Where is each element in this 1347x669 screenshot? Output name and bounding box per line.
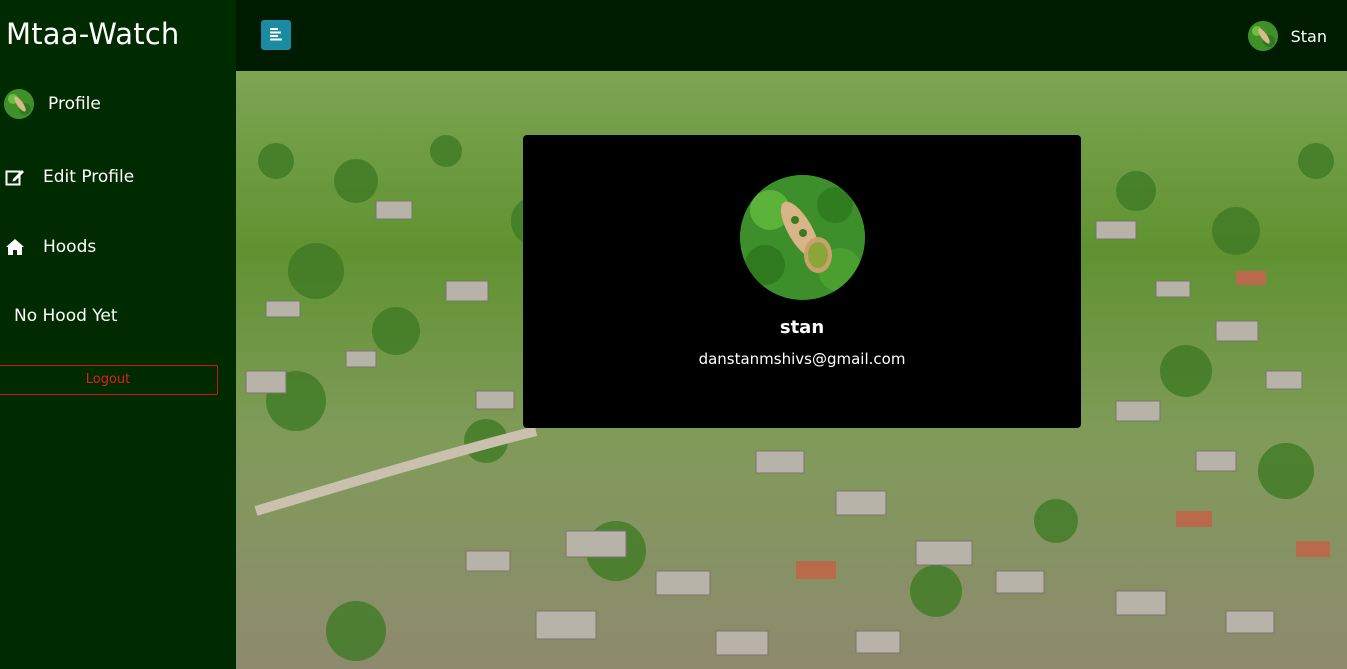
avatar <box>1247 21 1278 51</box>
profile-card: stan danstanmshivs@gmail.com <box>523 135 1081 428</box>
avatar <box>4 89 34 119</box>
logout-button[interactable]: Logout <box>0 365 218 395</box>
user-name: Stan <box>1290 26 1327 46</box>
topbar: Stan <box>236 0 1347 71</box>
sidebar-item-profile[interactable]: Profile <box>4 89 101 119</box>
home-icon <box>4 236 26 258</box>
sidebar-item-edit-profile[interactable]: Edit Profile <box>4 166 134 188</box>
sidebar-item-no-hood: No Hood Yet <box>14 306 118 326</box>
edit-icon <box>4 166 26 188</box>
sidebar-item-hoods[interactable]: Hoods <box>4 236 96 258</box>
profile-name: stan <box>779 317 825 338</box>
sidebar-item-label: Edit Profile <box>43 167 135 187</box>
sidebar-item-label: Hoods <box>43 237 97 257</box>
sidebar: Mtaa-Watch Profile Edit Profile Hoods No… <box>0 0 236 669</box>
menu-icon <box>269 26 283 45</box>
sidebar-item-label: No Hood Yet <box>14 306 118 326</box>
profile-avatar <box>740 175 865 300</box>
profile-email: danstanmshivs@gmail.com <box>698 350 906 368</box>
brand-title: Mtaa-Watch <box>6 17 180 51</box>
user-menu[interactable]: Stan <box>1247 21 1327 51</box>
sidebar-item-label: Profile <box>48 94 101 114</box>
menu-toggle-button[interactable] <box>261 20 291 50</box>
